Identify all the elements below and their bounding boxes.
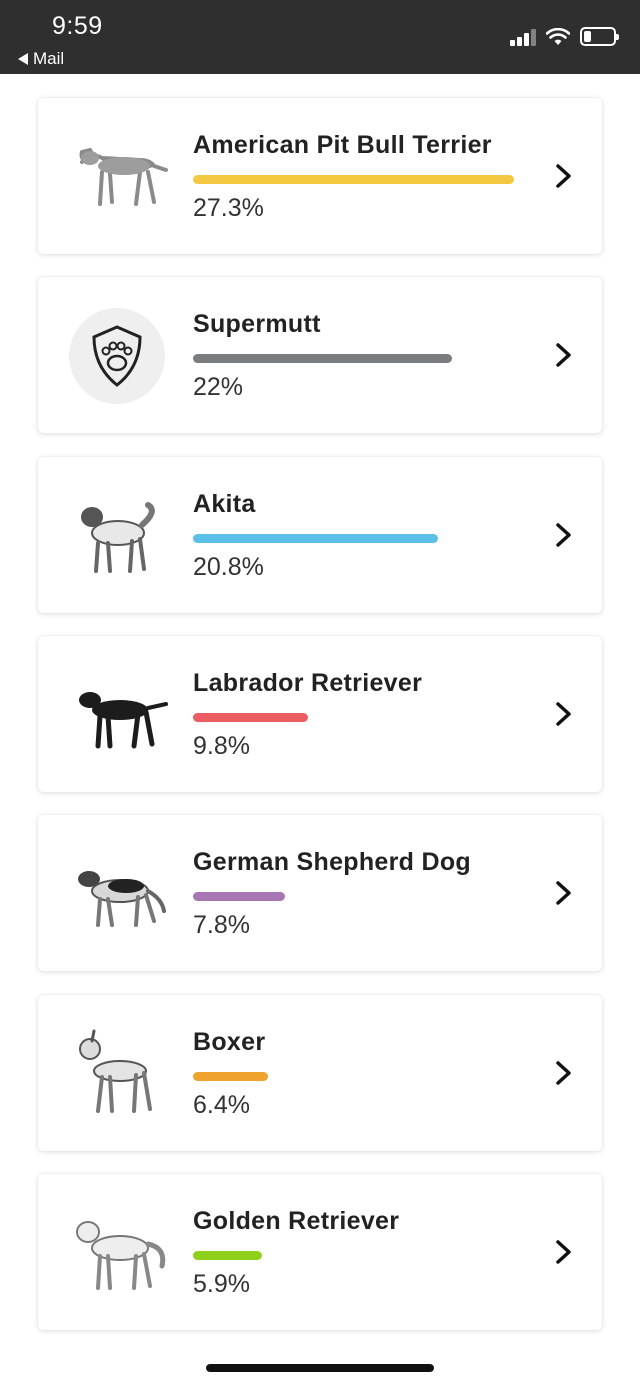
breed-name: Supermutt: [193, 310, 321, 339]
chevron-right-icon[interactable]: [552, 162, 576, 190]
chevron-right-icon[interactable]: [552, 521, 576, 549]
chevron-right-icon[interactable]: [552, 1059, 576, 1087]
breed-percent-bar: [193, 1071, 268, 1081]
breed-name: American Pit Bull Terrier: [193, 131, 492, 159]
breed-list: American Pit Bull Terrier 27.3% Supermutt 2…: [0, 74, 640, 1385]
breed-percent-label: 20.8%: [193, 552, 264, 581]
chevron-right-icon[interactable]: [552, 1238, 576, 1266]
breed-percent-label: 9.8%: [193, 731, 250, 760]
breed-card[interactable]: Supermutt 22%: [38, 277, 602, 434]
status-time: 9:59: [52, 12, 103, 40]
akita-icon: [62, 481, 172, 591]
boxer-icon: [62, 1019, 172, 1129]
breed-card[interactable]: Akita 20.8%: [38, 456, 602, 613]
home-indicator[interactable]: [206, 1364, 434, 1372]
breed-card[interactable]: American Pit Bull Terrier 27.3%: [38, 98, 602, 254]
status-bar: 9:59 Mail: [0, 0, 640, 74]
breed-name: Akita: [193, 489, 256, 518]
chevron-right-icon[interactable]: [552, 879, 576, 907]
breed-percent-bar: [193, 1250, 262, 1260]
breed-card[interactable]: Golden Retriever 5.9%: [38, 1173, 602, 1330]
back-arrow-icon: [18, 53, 28, 65]
german-shepherd-icon: [62, 839, 172, 949]
breed-name: Labrador Retriever: [193, 668, 423, 697]
breed-name: German Shepherd Dog: [193, 848, 471, 877]
breed-name: Golden Retriever: [193, 1206, 400, 1235]
back-label: Mail: [33, 49, 65, 68]
paw-shield-icon: [62, 301, 172, 411]
breed-percent-bar: [193, 712, 308, 722]
wifi-icon: [546, 27, 570, 45]
chevron-right-icon[interactable]: [552, 341, 576, 369]
breed-percent-bar: [193, 354, 452, 364]
battery-icon: [580, 27, 619, 46]
chevron-right-icon[interactable]: [552, 700, 576, 728]
breed-percent-label: 7.8%: [193, 911, 250, 940]
breed-card[interactable]: Labrador Retriever 9.8%: [38, 635, 602, 792]
breed-percent-label: 27.3%: [193, 194, 264, 222]
breed-percent-label: 5.9%: [193, 1269, 250, 1298]
breed-percent-label: 22%: [193, 373, 244, 402]
breed-card[interactable]: German Shepherd Dog 7.8%: [38, 815, 602, 972]
labrador-icon: [62, 660, 172, 770]
status-indicators: [510, 27, 619, 46]
breed-percent-label: 6.4%: [193, 1090, 250, 1119]
breed-card[interactable]: Boxer 6.4%: [38, 994, 602, 1151]
signal-icon: [510, 28, 536, 46]
pit-bull-icon: [62, 122, 172, 232]
golden-retriever-icon: [62, 1198, 172, 1308]
breed-percent-bar: [193, 175, 514, 184]
breed-name: Boxer: [193, 1027, 266, 1056]
back-to-mail-link[interactable]: Mail: [18, 49, 64, 69]
breed-percent-bar: [193, 533, 438, 543]
breed-percent-bar: [193, 892, 285, 902]
